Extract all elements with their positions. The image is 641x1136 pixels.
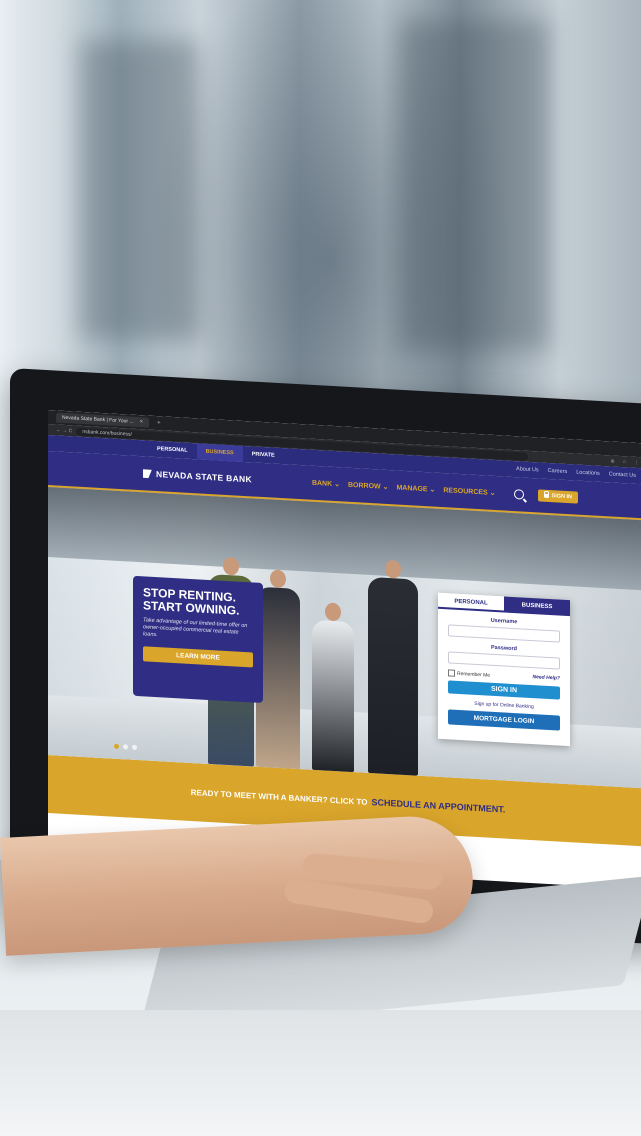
- typing-hand: [0, 813, 476, 956]
- carousel-dot[interactable]: [123, 744, 128, 750]
- remember-me-checkbox[interactable]: [448, 669, 455, 677]
- login-panel: PERSONAL BUSINESS Username Password Reme…: [438, 592, 570, 747]
- person: [368, 559, 418, 776]
- tab-personal[interactable]: PERSONAL: [438, 592, 504, 613]
- sign-in-button[interactable]: SIGN IN: [537, 489, 579, 504]
- browser-toolbar-icons[interactable]: ⊕ ☆ ⋮: [611, 458, 641, 466]
- need-help-link[interactable]: Need Help?: [532, 674, 560, 683]
- login-tabs: PERSONAL BUSINESS: [438, 592, 570, 617]
- segment-business[interactable]: BUSINESS: [196, 443, 243, 462]
- tab-title: Nevada State Bank | For Your ...: [62, 414, 134, 425]
- menu-resources[interactable]: RESOURCES ⌄: [443, 486, 495, 497]
- mortgage-login-button[interactable]: MORTGAGE LOGIN: [448, 709, 560, 731]
- promo-body: Take advantage of our limited-time offer…: [143, 617, 248, 639]
- person: [312, 602, 354, 773]
- link-locations[interactable]: Locations: [576, 470, 600, 477]
- segment-personal[interactable]: PERSONAL: [148, 441, 197, 460]
- link-contact-us[interactable]: Contact Us: [609, 471, 636, 479]
- link-careers[interactable]: Careers: [548, 468, 568, 475]
- lock-icon: [543, 493, 549, 498]
- new-tab-icon[interactable]: +: [157, 420, 161, 426]
- promo-card: STOP RENTING. START OWNING. Take advanta…: [133, 575, 263, 704]
- brand-name: NEVADA STATE BANK: [156, 469, 252, 485]
- link-about-us[interactable]: About Us: [516, 466, 539, 473]
- blurred-building: [400, 20, 550, 350]
- tab-business[interactable]: BUSINESS: [504, 596, 570, 617]
- menu-borrow[interactable]: BORROW ⌄: [348, 481, 388, 491]
- primary-menu: BANK ⌄ BORROW ⌄ MANAGE ⌄ RESOURCES ⌄: [312, 479, 496, 497]
- brand-logo[interactable]: NEVADA STATE BANK: [143, 468, 252, 484]
- logo-mark-icon: [143, 469, 152, 479]
- blurred-building: [80, 40, 200, 340]
- carousel-dot-active[interactable]: [114, 743, 119, 749]
- remember-me[interactable]: Remember Me: [448, 669, 490, 678]
- hero-section: STOP RENTING. START OWNING. Take advanta…: [48, 487, 641, 789]
- menu-bank[interactable]: BANK ⌄: [312, 479, 340, 489]
- sign-in-label: SIGN IN: [551, 493, 573, 501]
- laptop-screen: Nevada State Bank | For Your ... × + ← →…: [48, 410, 641, 890]
- browser-nav-icons[interactable]: ← → C: [56, 427, 72, 434]
- learn-more-button[interactable]: LEARN MORE: [143, 646, 253, 668]
- carousel-dot[interactable]: [132, 744, 137, 750]
- menu-manage[interactable]: MANAGE ⌄: [396, 483, 435, 493]
- password-field[interactable]: [448, 651, 560, 670]
- remember-me-label: Remember Me: [457, 670, 491, 679]
- login-sign-in-button[interactable]: SIGN IN: [448, 680, 560, 700]
- schedule-appointment-link[interactable]: SCHEDULE AN APPOINTMENT.: [371, 797, 505, 814]
- close-icon[interactable]: ×: [140, 419, 144, 425]
- banner-lead-text: READY TO MEET WITH A BANKER? CLICK TO: [190, 787, 368, 807]
- foreground-blur: [0, 1010, 641, 1136]
- username-field[interactable]: [448, 624, 560, 643]
- segment-private[interactable]: PRIVATE: [243, 446, 284, 464]
- search-icon[interactable]: [513, 489, 524, 500]
